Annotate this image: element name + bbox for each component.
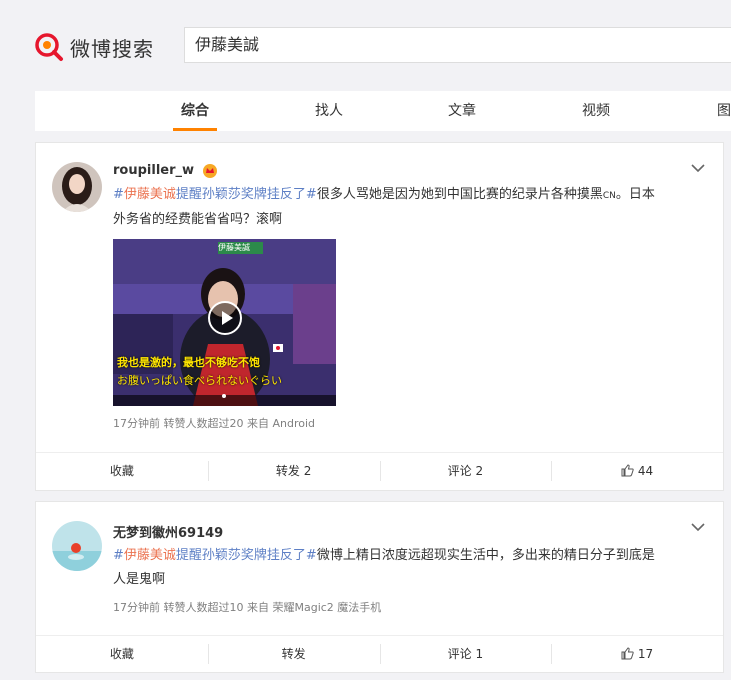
post-actions: 收藏 转发 评论 1 17 (36, 635, 723, 672)
cn-tag: CN (602, 191, 616, 201)
avatar[interactable] (52, 521, 102, 571)
post-meta: 17分钟前 转赞人数超过20 来自 Android (113, 417, 316, 430)
search-tabs: 综合 找人 文章 视频 图 (35, 91, 731, 131)
post-text: #伊藤美诚提醒孙颖莎奖牌挂反了#微博上精日浓度远超现实生活中，多出来的精日分子到… (113, 544, 713, 592)
hashtag-rest: 提醒孙颖莎奖牌挂反了# (175, 548, 317, 563)
favorite-button[interactable]: 收藏 (36, 453, 208, 489)
thumb-up-icon (621, 464, 634, 477)
hashtag-highlight: 伊藤美诚 (123, 548, 176, 563)
comment-button[interactable]: 评论 2 (379, 453, 552, 489)
post-text-line1: 微博上精日浓度远超现实生活中，多出来的精日分子到底是 (316, 548, 655, 563)
post-text-line2: 人是鬼啊 (113, 572, 166, 587)
username[interactable]: 无梦到徽州69149 (113, 522, 223, 541)
hashtag-link[interactable]: #伊藤美诚提醒孙颖莎奖牌挂反了# (113, 548, 317, 563)
favorite-button[interactable]: 收藏 (36, 636, 208, 672)
post-text-line1: 很多人骂她是因为她到中国比赛的纪录片各种摸黑 (316, 187, 603, 202)
username[interactable]: roupiller_w (113, 163, 217, 178)
logo-text: 微博搜索 (70, 36, 154, 61)
post-card: roupiller_w #伊藤美诚提醒孙颖莎奖牌挂反了#很多人骂她是因为她到中国… (35, 142, 724, 491)
video-thumbnail[interactable]: 我也是激的，最也不够吃不饱 お腹いっぱい食べられないぐらい 伊藤美誠 (113, 239, 336, 406)
comment-button[interactable]: 评论 1 (379, 636, 552, 672)
tab-users[interactable]: 找人 (315, 91, 343, 131)
video-tag: 伊藤美誠 (218, 243, 250, 252)
thumb-up-icon (621, 647, 634, 660)
post-text-line1-end: 。日本 (615, 187, 655, 202)
repost-button[interactable]: 转发 (207, 636, 380, 672)
chevron-down-icon[interactable] (691, 522, 705, 532)
repost-button[interactable]: 转发 2 (207, 453, 380, 489)
weibo-search-logo[interactable]: 微博搜索 (34, 30, 154, 64)
tab-videos[interactable]: 视频 (582, 91, 610, 131)
post-text: #伊藤美诚提醒孙颖莎奖牌挂反了#很多人骂她是因为她到中国比赛的纪录片各种摸黑CN… (113, 183, 713, 232)
video-caption-jp: お腹いっぱい食べられないぐらい (117, 374, 282, 387)
search-input[interactable]: 伊藤美誠 (184, 27, 731, 63)
hashtag-highlight: 伊藤美诚 (123, 187, 176, 202)
post-meta: 17分钟前 转赞人数超过10 来自 荣耀Magic2 魔法手机 (113, 601, 382, 614)
tab-images[interactable]: 图 (717, 91, 731, 131)
search-logo-icon (35, 33, 63, 61)
avatar[interactable] (52, 162, 102, 212)
top-bar: 微博搜索 伊藤美誠 (0, 0, 731, 90)
tab-articles[interactable]: 文章 (448, 91, 476, 131)
hashtag-rest: 提醒孙颖莎奖牌挂反了# (175, 187, 317, 202)
chevron-down-icon[interactable] (691, 163, 705, 173)
like-button[interactable]: 44 (551, 453, 723, 489)
post-text-line2: 外务省的经费能省省吗？滚啊 (113, 212, 283, 227)
like-button[interactable]: 17 (551, 636, 723, 672)
post-actions: 收藏 转发 2 评论 2 44 (36, 452, 723, 489)
hashtag-link[interactable]: #伊藤美诚提醒孙颖莎奖牌挂反了# (113, 187, 317, 202)
vip-crown-icon (202, 163, 217, 178)
video-caption-cn: 我也是激的，最也不够吃不饱 (117, 356, 260, 369)
like-count: 44 (637, 464, 654, 478)
play-icon[interactable] (208, 301, 242, 335)
username-text[interactable]: roupiller_w (113, 163, 194, 178)
post-card: 无梦到徽州69149 #伊藤美诚提醒孙颖莎奖牌挂反了#微博上精日浓度远超现实生活… (35, 501, 724, 673)
like-count: 17 (637, 647, 654, 661)
tab-comprehensive[interactable]: 综合 (173, 91, 217, 131)
